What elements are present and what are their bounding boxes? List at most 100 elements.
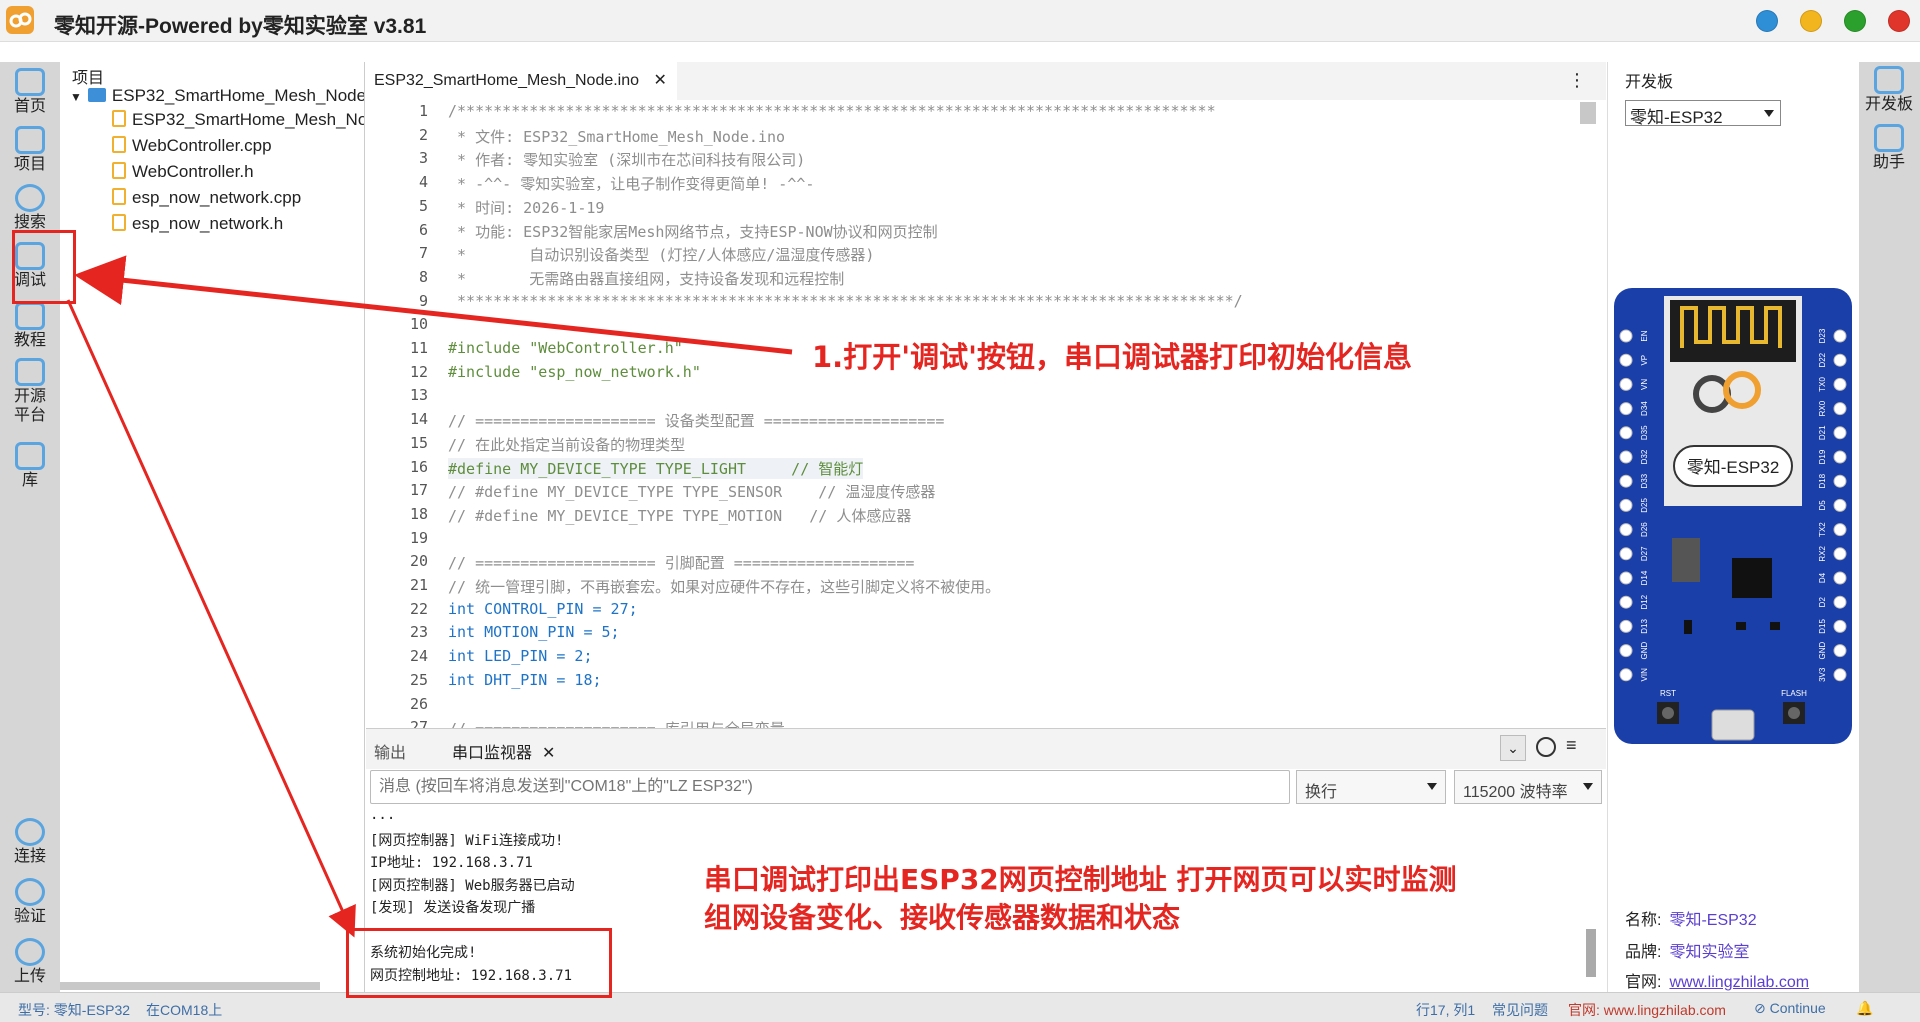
tree-file[interactable]: esp_now_network.cpp <box>112 188 301 208</box>
assistant-icon <box>1874 124 1904 152</box>
pin-label: D27 <box>1640 546 1649 561</box>
horizontal-scrollbar[interactable] <box>60 982 320 990</box>
serial-log-line: [网页控制器] WiFi连接成功! <box>370 832 564 849</box>
code-line: int LED_PIN = 2; <box>448 647 593 666</box>
tree-file[interactable]: esp_now_network.h <box>112 214 283 234</box>
status-continue[interactable]: ⊘ Continue <box>1754 1000 1826 1017</box>
nav-library[interactable]: 库 <box>0 442 60 490</box>
timestamp-icon[interactable] <box>1536 737 1556 757</box>
app-logo-icon <box>6 6 34 34</box>
tab-main-ino[interactable]: ESP32_SmartHome_Mesh_Node.ino ✕ <box>366 62 677 100</box>
nav-connect[interactable]: 连接 <box>0 818 60 866</box>
pin-label: D12 <box>1640 594 1649 609</box>
code-line: // ==================== 库引用与全局变量 <box>448 718 785 728</box>
pin-label: VIN <box>1640 668 1649 682</box>
project-panel-title: 项目 <box>72 70 105 87</box>
pin-hole <box>1833 402 1847 416</box>
board-image: 零知-ESP32 EN VP VN D34 D35 D32 D33 D25 D26 D27 D14 D… <box>1614 288 1852 744</box>
maximize-icon[interactable] <box>1844 10 1866 32</box>
annotation-serial-tip-1: 串口调试打印出ESP32网页控制地址 打开网页可以实时监测 <box>704 863 1457 896</box>
rst-label: RST <box>1660 689 1676 698</box>
pin-label: D15 <box>1818 619 1827 634</box>
pin-hole <box>1619 668 1633 682</box>
pin-hole <box>1619 402 1633 416</box>
tree-folder[interactable]: ▼ ESP32_SmartHome_Mesh_Node <box>70 86 364 106</box>
close-tab-icon[interactable]: ✕ <box>542 745 555 762</box>
code-line: // #define MY_DEVICE_TYPE TYPE_SENSOR //… <box>448 483 936 502</box>
nav-tutorial[interactable]: 教程 <box>0 302 60 350</box>
nav-open-platform[interactable]: 开源平台 <box>0 358 60 425</box>
pin-label: RX2 <box>1818 545 1827 561</box>
baud-rate-select[interactable]: 115200 波特率 <box>1454 770 1602 804</box>
line-number: 9 <box>418 291 428 310</box>
line-number: 6 <box>418 220 428 239</box>
pin-label: D22 <box>1818 352 1827 367</box>
vertical-scrollbar[interactable] <box>1580 102 1596 124</box>
pin-label: D25 <box>1640 498 1649 513</box>
close-icon[interactable] <box>1888 10 1910 32</box>
status-site[interactable]: 官网: www.lingzhilab.com <box>1568 1000 1726 1020</box>
close-tab-icon[interactable]: ✕ <box>653 72 666 89</box>
menu-icon[interactable] <box>1756 10 1778 32</box>
file-icon <box>112 214 126 231</box>
line-number: 8 <box>418 267 428 286</box>
pin-hole <box>1619 595 1633 609</box>
code-line: * 功能: ESP32智能家居Mesh网络节点，支持ESP-NOW协议和网页控制 <box>448 222 938 241</box>
file-icon <box>112 110 126 127</box>
pin-label: TX2 <box>1818 522 1827 537</box>
annotation-serial-tip-2: 组网设备变化、接收传感器数据和状态 <box>704 901 1181 934</box>
line-number: 13 <box>409 386 428 405</box>
pin-hole <box>1833 498 1847 512</box>
tree-file[interactable]: ESP32_SmartHome_Mesh_Node.ino <box>112 110 364 130</box>
serial-message-input[interactable] <box>370 770 1290 804</box>
nav-home[interactable]: 首页 <box>0 68 60 116</box>
code-editor[interactable]: 1 /**************************************… <box>366 100 1606 728</box>
title-bar: 零知开源-Powered by零知实验室 v3.81 <box>0 0 1920 42</box>
line-number: 27 <box>409 718 428 728</box>
status-bar: 型号: 零知-ESP32 在COM18上 行17, 列1 常见问题 官网: ww… <box>0 992 1920 1022</box>
nav-project[interactable]: 项目 <box>0 126 60 174</box>
board-label: 零知-ESP32 <box>1687 458 1780 477</box>
pin-hole <box>1833 353 1847 367</box>
nav-assistant[interactable]: 助手 <box>1859 124 1919 172</box>
serial-log-line: IP地址: 192.168.3.71 <box>370 855 533 871</box>
nav-search[interactable]: 搜索 <box>0 184 60 232</box>
pin-label: D5 <box>1818 500 1827 511</box>
line-number: 15 <box>409 433 428 452</box>
pin-label: RX0 <box>1818 400 1827 416</box>
code-line: * 文件: ESP32_SmartHome_Mesh_Node.ino <box>448 127 786 146</box>
line-number: 11 <box>409 339 428 357</box>
notification-bell-icon[interactable]: 🔔 <box>1856 1000 1873 1017</box>
pin-label: D34 <box>1640 401 1649 416</box>
search-icon <box>15 184 45 212</box>
tab-serial-monitor[interactable]: 串口监视器 ✕ <box>452 739 555 763</box>
nav-board[interactable]: 开发板 <box>1859 66 1919 114</box>
line-number: 23 <box>409 623 428 642</box>
clear-output-icon[interactable]: ≡ <box>1566 735 1577 756</box>
board-select[interactable]: 零知-ESP32 <box>1625 100 1781 127</box>
board-info-website[interactable]: 官网: www.lingzhilab.com <box>1625 968 1809 992</box>
vertical-scrollbar[interactable] <box>1586 929 1596 977</box>
pin-label: D21 <box>1818 425 1827 440</box>
minimize-icon[interactable] <box>1800 10 1822 32</box>
line-number: 14 <box>409 410 428 429</box>
nav-upload[interactable]: 上传 <box>0 938 60 986</box>
pin-label: VN <box>1640 379 1649 390</box>
pin-label: EN <box>1640 330 1649 341</box>
line-ending-select[interactable]: 换行 <box>1296 770 1446 804</box>
pin-label: GND <box>1640 641 1649 659</box>
pin-label: GND <box>1818 641 1827 659</box>
pin-hole <box>1833 668 1847 682</box>
project-panel: 项目 ▼ ESP32_SmartHome_Mesh_Node ESP32_Smar… <box>60 62 365 992</box>
tab-output[interactable]: 输出 <box>374 739 406 763</box>
more-options-icon[interactable]: ⋮ <box>1568 70 1586 91</box>
pin-hole <box>1619 450 1633 464</box>
tree-file[interactable]: WebController.cpp <box>112 136 272 156</box>
nav-verify[interactable]: 验证 <box>0 878 60 926</box>
pin-label: TX0 <box>1818 377 1827 392</box>
tree-file[interactable]: WebController.h <box>112 162 254 182</box>
autoscroll-icon[interactable]: ⌄ <box>1500 735 1526 761</box>
status-faq[interactable]: 常见问题 <box>1492 1000 1548 1020</box>
line-number: 2 <box>418 125 428 144</box>
pin-hole <box>1833 329 1847 343</box>
